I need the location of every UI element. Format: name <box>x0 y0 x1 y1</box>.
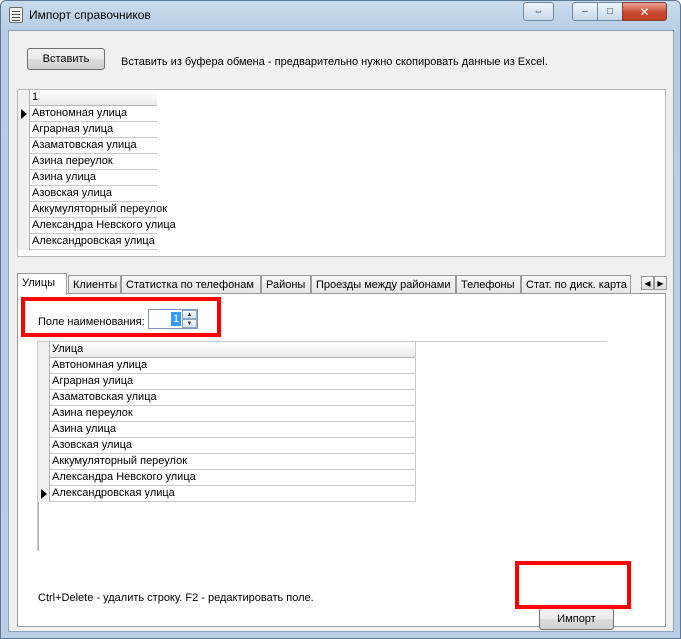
table-cell: Александра Невского улица <box>32 219 176 231</box>
table-row[interactable]: Азина улица <box>18 170 157 186</box>
row-header <box>38 390 50 406</box>
name-field-value[interactable]: 1 <box>171 312 181 326</box>
table-cell: Автономная улица <box>32 107 128 119</box>
table-row[interactable]: Автономная улица <box>18 106 157 122</box>
row-header <box>18 202 30 218</box>
table-row[interactable]: Азина переулок <box>38 406 416 422</box>
table-cell: Аккумуляторный переулок <box>32 203 168 215</box>
table-cell: Азовская улица <box>32 187 113 199</box>
current-row-arrow-icon <box>38 486 50 502</box>
tab-5[interactable]: Проезды между районами <box>311 275 456 294</box>
table-cell: Аграрная улица <box>52 375 134 387</box>
tab-3[interactable]: Статистка по телефонам <box>121 275 261 294</box>
table-row[interactable]: Азина переулок <box>18 154 157 170</box>
maximize-button[interactable]: □ <box>597 2 623 21</box>
row-header <box>18 170 30 186</box>
minimize-button[interactable]: – <box>572 2 598 21</box>
table-cell: Азовская улица <box>52 439 133 451</box>
table-cell: Азина улица <box>52 423 117 435</box>
row-header <box>38 454 50 470</box>
title-bar[interactable]: Импорт справочников ⇔ – □ ✕ <box>1 1 680 30</box>
import-grid-header[interactable]: 1 <box>18 90 157 106</box>
row-header <box>38 438 50 454</box>
document-icon <box>9 7 23 23</box>
tab-strip: Улицы Клиенты Статистка по телефонам Районы… <box>17 273 667 295</box>
streets-grid[interactable]: Улица Автономная улица Аграрная улица Азама… <box>37 341 607 551</box>
row-header <box>18 186 30 202</box>
close-button[interactable]: ✕ <box>622 2 667 21</box>
tab-6[interactable]: Телефоны <box>456 275 521 294</box>
grid-column-edge <box>415 342 416 502</box>
table-cell: Александра Невского улица <box>52 471 196 483</box>
window-title: Импорт справочников <box>29 8 151 22</box>
paste-button[interactable]: Вставить <box>27 48 105 70</box>
table-row[interactable]: Аккумуляторный переулок <box>38 454 416 470</box>
table-cell: Азина улица <box>32 171 97 183</box>
table-row[interactable]: Азина улица <box>38 422 416 438</box>
table-cell: Азина переулок <box>52 407 133 419</box>
current-row-arrow-icon <box>18 106 30 122</box>
stepper-up-icon[interactable]: ▲ <box>182 310 197 319</box>
tab-4[interactable]: Районы <box>261 275 311 294</box>
table-row[interactable]: Аграрная улица <box>38 374 416 390</box>
table-cell: Азаматовская улица <box>52 391 157 403</box>
table-row[interactable]: Александра Невского улица <box>38 470 416 486</box>
streets-grid-header[interactable]: Улица <box>38 342 416 358</box>
paste-hint: Вставить из буфера обмена - предваритель… <box>121 56 548 68</box>
table-cell: Азина переулок <box>32 155 113 167</box>
table-cell: Автономная улица <box>52 359 148 371</box>
name-field-label: Поле наименования: <box>38 316 145 328</box>
table-row[interactable]: Аграрная улица <box>18 122 157 138</box>
row-header <box>18 154 30 170</box>
import-window: Импорт справочников ⇔ – □ ✕ Вставить Вст… <box>0 0 681 639</box>
table-row[interactable]: Азаматовская улица <box>18 138 157 154</box>
table-row[interactable]: Аккумуляторный переулок <box>18 202 167 218</box>
table-cell: Азаматовская улица <box>32 139 137 151</box>
table-cell: Александровская улица <box>52 487 175 499</box>
row-header-corner <box>18 90 30 106</box>
table-row[interactable]: Александра Невского улица <box>18 218 176 234</box>
stepper-down-icon[interactable]: ▼ <box>182 319 197 328</box>
row-header <box>38 422 50 438</box>
table-cell: Аккумуляторный переулок <box>52 455 188 467</box>
table-row[interactable]: Азовская улица <box>18 186 157 202</box>
tab-2[interactable]: Клиенты <box>68 275 121 294</box>
name-field-stepper[interactable]: 1 ▲ ▼ <box>148 309 198 329</box>
row-header <box>18 234 30 250</box>
row-header <box>18 218 30 234</box>
row-header <box>38 374 50 390</box>
table-cell: Аграрная улица <box>32 123 114 135</box>
row-header-corner <box>38 342 50 358</box>
table-cell: Александровская улица <box>32 235 155 247</box>
row-header <box>38 470 50 486</box>
restore-button[interactable]: ⇔ <box>523 2 554 21</box>
tab-7[interactable]: Стат. по диск. карта <box>521 275 631 294</box>
table-row[interactable]: Азовская улица <box>38 438 416 454</box>
row-header <box>18 138 30 154</box>
table-row[interactable]: Александровская улица <box>38 486 416 502</box>
import-grid[interactable]: 1 Автономная улица Аграрная улица Азаматовс… <box>17 89 666 257</box>
row-header <box>38 358 50 374</box>
tab-scroll-left-icon[interactable]: ◀ <box>641 276 654 290</box>
streets-grid-header-label: Улица <box>52 343 84 355</box>
tab-panel-streets: Поле наименования: 1 ▲ ▼ Улица Автономная… <box>17 293 666 630</box>
import-grid-column: 1 Автономная улица Аграрная улица Азаматовс… <box>18 90 176 256</box>
client-area: Вставить Вставить из буфера обмена - пре… <box>8 30 674 632</box>
keyboard-hint: Ctrl+Delete - удалить строку. F2 - редак… <box>38 592 314 604</box>
row-header <box>18 122 30 138</box>
row-header <box>38 406 50 422</box>
import-grid-header-label: 1 <box>32 91 39 103</box>
table-row[interactable]: Александровская улица <box>18 234 157 250</box>
table-row[interactable]: Азаматовская улица <box>38 390 416 406</box>
table-row[interactable]: Автономная улица <box>38 358 416 374</box>
tab-scroll-right-icon[interactable]: ▶ <box>654 276 667 290</box>
import-button[interactable]: Импорт <box>539 608 614 630</box>
tab-1[interactable]: Улицы <box>17 273 67 295</box>
